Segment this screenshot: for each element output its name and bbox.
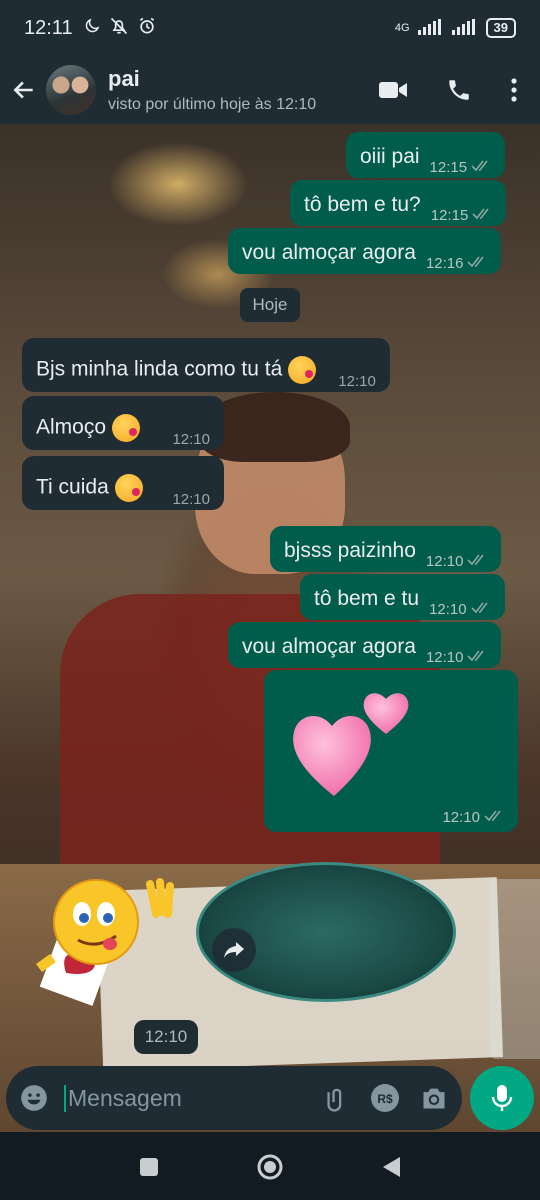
video-call-icon[interactable] bbox=[378, 79, 408, 101]
attach-icon[interactable] bbox=[322, 1084, 350, 1112]
message-bubble-outgoing[interactable]: tô bem e tu 12:10 bbox=[300, 574, 505, 620]
camera-icon[interactable] bbox=[420, 1085, 448, 1111]
message-input[interactable] bbox=[64, 1084, 302, 1112]
double-check-icon bbox=[471, 159, 491, 176]
battery-icon: 39 bbox=[485, 18, 516, 38]
home-icon[interactable] bbox=[256, 1153, 284, 1181]
message-input-container: R$ bbox=[6, 1066, 462, 1130]
status-bar: 12:11 4G 39 bbox=[0, 0, 540, 56]
moon-icon bbox=[83, 17, 101, 40]
double-check-icon bbox=[472, 207, 492, 224]
emoji-icon[interactable] bbox=[20, 1084, 48, 1112]
avatar[interactable] bbox=[46, 65, 96, 115]
message-time: 12:10 bbox=[338, 373, 376, 390]
message-time: 12:15 bbox=[430, 207, 469, 224]
message-bubble-outgoing[interactable]: bjsss paizinho 12:10 bbox=[270, 526, 502, 572]
message-text: bjsss paizinho bbox=[284, 539, 416, 562]
last-seen: visto por último hoje às 12:10 bbox=[108, 96, 317, 113]
double-check-icon bbox=[467, 649, 487, 666]
message-time: 12:16 bbox=[425, 255, 464, 272]
message-bubble-outgoing[interactable]: vou almoçar agora 12:10 bbox=[228, 622, 502, 668]
message-text: Almoço bbox=[36, 414, 141, 442]
forward-icon[interactable] bbox=[212, 928, 256, 972]
contact-info[interactable]: pai visto por último hoje às 12:10 bbox=[108, 66, 316, 114]
message-text: oiii pai bbox=[360, 145, 420, 168]
sticker-message-outgoing[interactable]: 12:10 bbox=[264, 670, 518, 832]
message-text: vou almoçar agora bbox=[242, 241, 416, 264]
kissing-face-icon bbox=[112, 414, 141, 442]
message-bubble-outgoing[interactable]: oiii pai 12:15 bbox=[346, 132, 506, 178]
network-type: 4G bbox=[394, 22, 410, 34]
status-icons bbox=[83, 16, 157, 41]
emoji-sticker-incoming[interactable] bbox=[30, 854, 210, 1014]
microphone-icon bbox=[490, 1083, 514, 1113]
status-time: 12:11 bbox=[24, 16, 73, 39]
message-bubble-incoming[interactable]: Ti cuida 12:10 bbox=[22, 456, 224, 510]
kissing-face-icon bbox=[288, 356, 317, 384]
message-text: tô bem e tu bbox=[314, 587, 420, 610]
back-icon[interactable] bbox=[380, 1155, 402, 1179]
message-time: 12:10 bbox=[172, 431, 210, 448]
android-nav-bar bbox=[0, 1134, 540, 1200]
message-bubble-outgoing[interactable]: vou almoçar agora 12:16 bbox=[228, 228, 502, 274]
chat-header: pai visto por último hoje às 12:10 bbox=[0, 56, 540, 124]
mute-bell-icon bbox=[109, 16, 129, 41]
more-options-icon[interactable] bbox=[510, 77, 518, 103]
message-time: 12:15 bbox=[429, 159, 468, 176]
sticker-time-chip: 12:10 bbox=[134, 1020, 198, 1054]
message-bubble-outgoing[interactable]: tô bem e tu? 12:15 bbox=[290, 180, 507, 226]
message-text: tô bem e tu? bbox=[304, 193, 421, 216]
back-arrow-icon[interactable] bbox=[4, 77, 44, 103]
double-check-icon bbox=[471, 601, 491, 618]
message-text: vou almoçar agora bbox=[242, 635, 416, 658]
signal-icon bbox=[417, 18, 444, 38]
message-bubble-incoming[interactable]: Almoço 12:10 bbox=[22, 396, 224, 450]
kissing-face-icon bbox=[114, 474, 143, 502]
alarm-icon bbox=[137, 16, 157, 41]
date-chip: Hoje bbox=[240, 288, 300, 322]
two-hearts-sticker-icon bbox=[290, 684, 420, 807]
chat-area[interactable]: oiii pai 12:15 tô bem e tu? 12:15 vou al… bbox=[0, 124, 540, 1132]
message-time: 12:10 bbox=[429, 601, 467, 618]
input-bar: R$ bbox=[0, 1062, 540, 1134]
message-time: 12:10 bbox=[425, 649, 464, 666]
double-check-icon bbox=[484, 809, 504, 826]
contact-name: pai bbox=[108, 66, 140, 91]
message-time: 12:10 bbox=[425, 553, 464, 570]
message-text: Bjs minha linda como tu tá bbox=[36, 356, 317, 384]
phone-call-icon[interactable] bbox=[446, 77, 472, 103]
message-time: 12:10 bbox=[442, 809, 480, 826]
microphone-button[interactable] bbox=[470, 1066, 534, 1130]
recent-apps-icon[interactable] bbox=[138, 1156, 160, 1178]
payment-icon[interactable]: R$ bbox=[370, 1083, 400, 1113]
double-check-icon bbox=[467, 553, 487, 570]
message-time: 12:10 bbox=[172, 491, 210, 508]
svg-text:R$: R$ bbox=[377, 1092, 393, 1106]
double-check-icon bbox=[467, 255, 487, 272]
message-text: Ti cuida bbox=[36, 474, 143, 502]
signal-icon-2 bbox=[451, 18, 478, 38]
message-bubble-incoming[interactable]: Bjs minha linda como tu tá 12:10 bbox=[22, 338, 390, 392]
